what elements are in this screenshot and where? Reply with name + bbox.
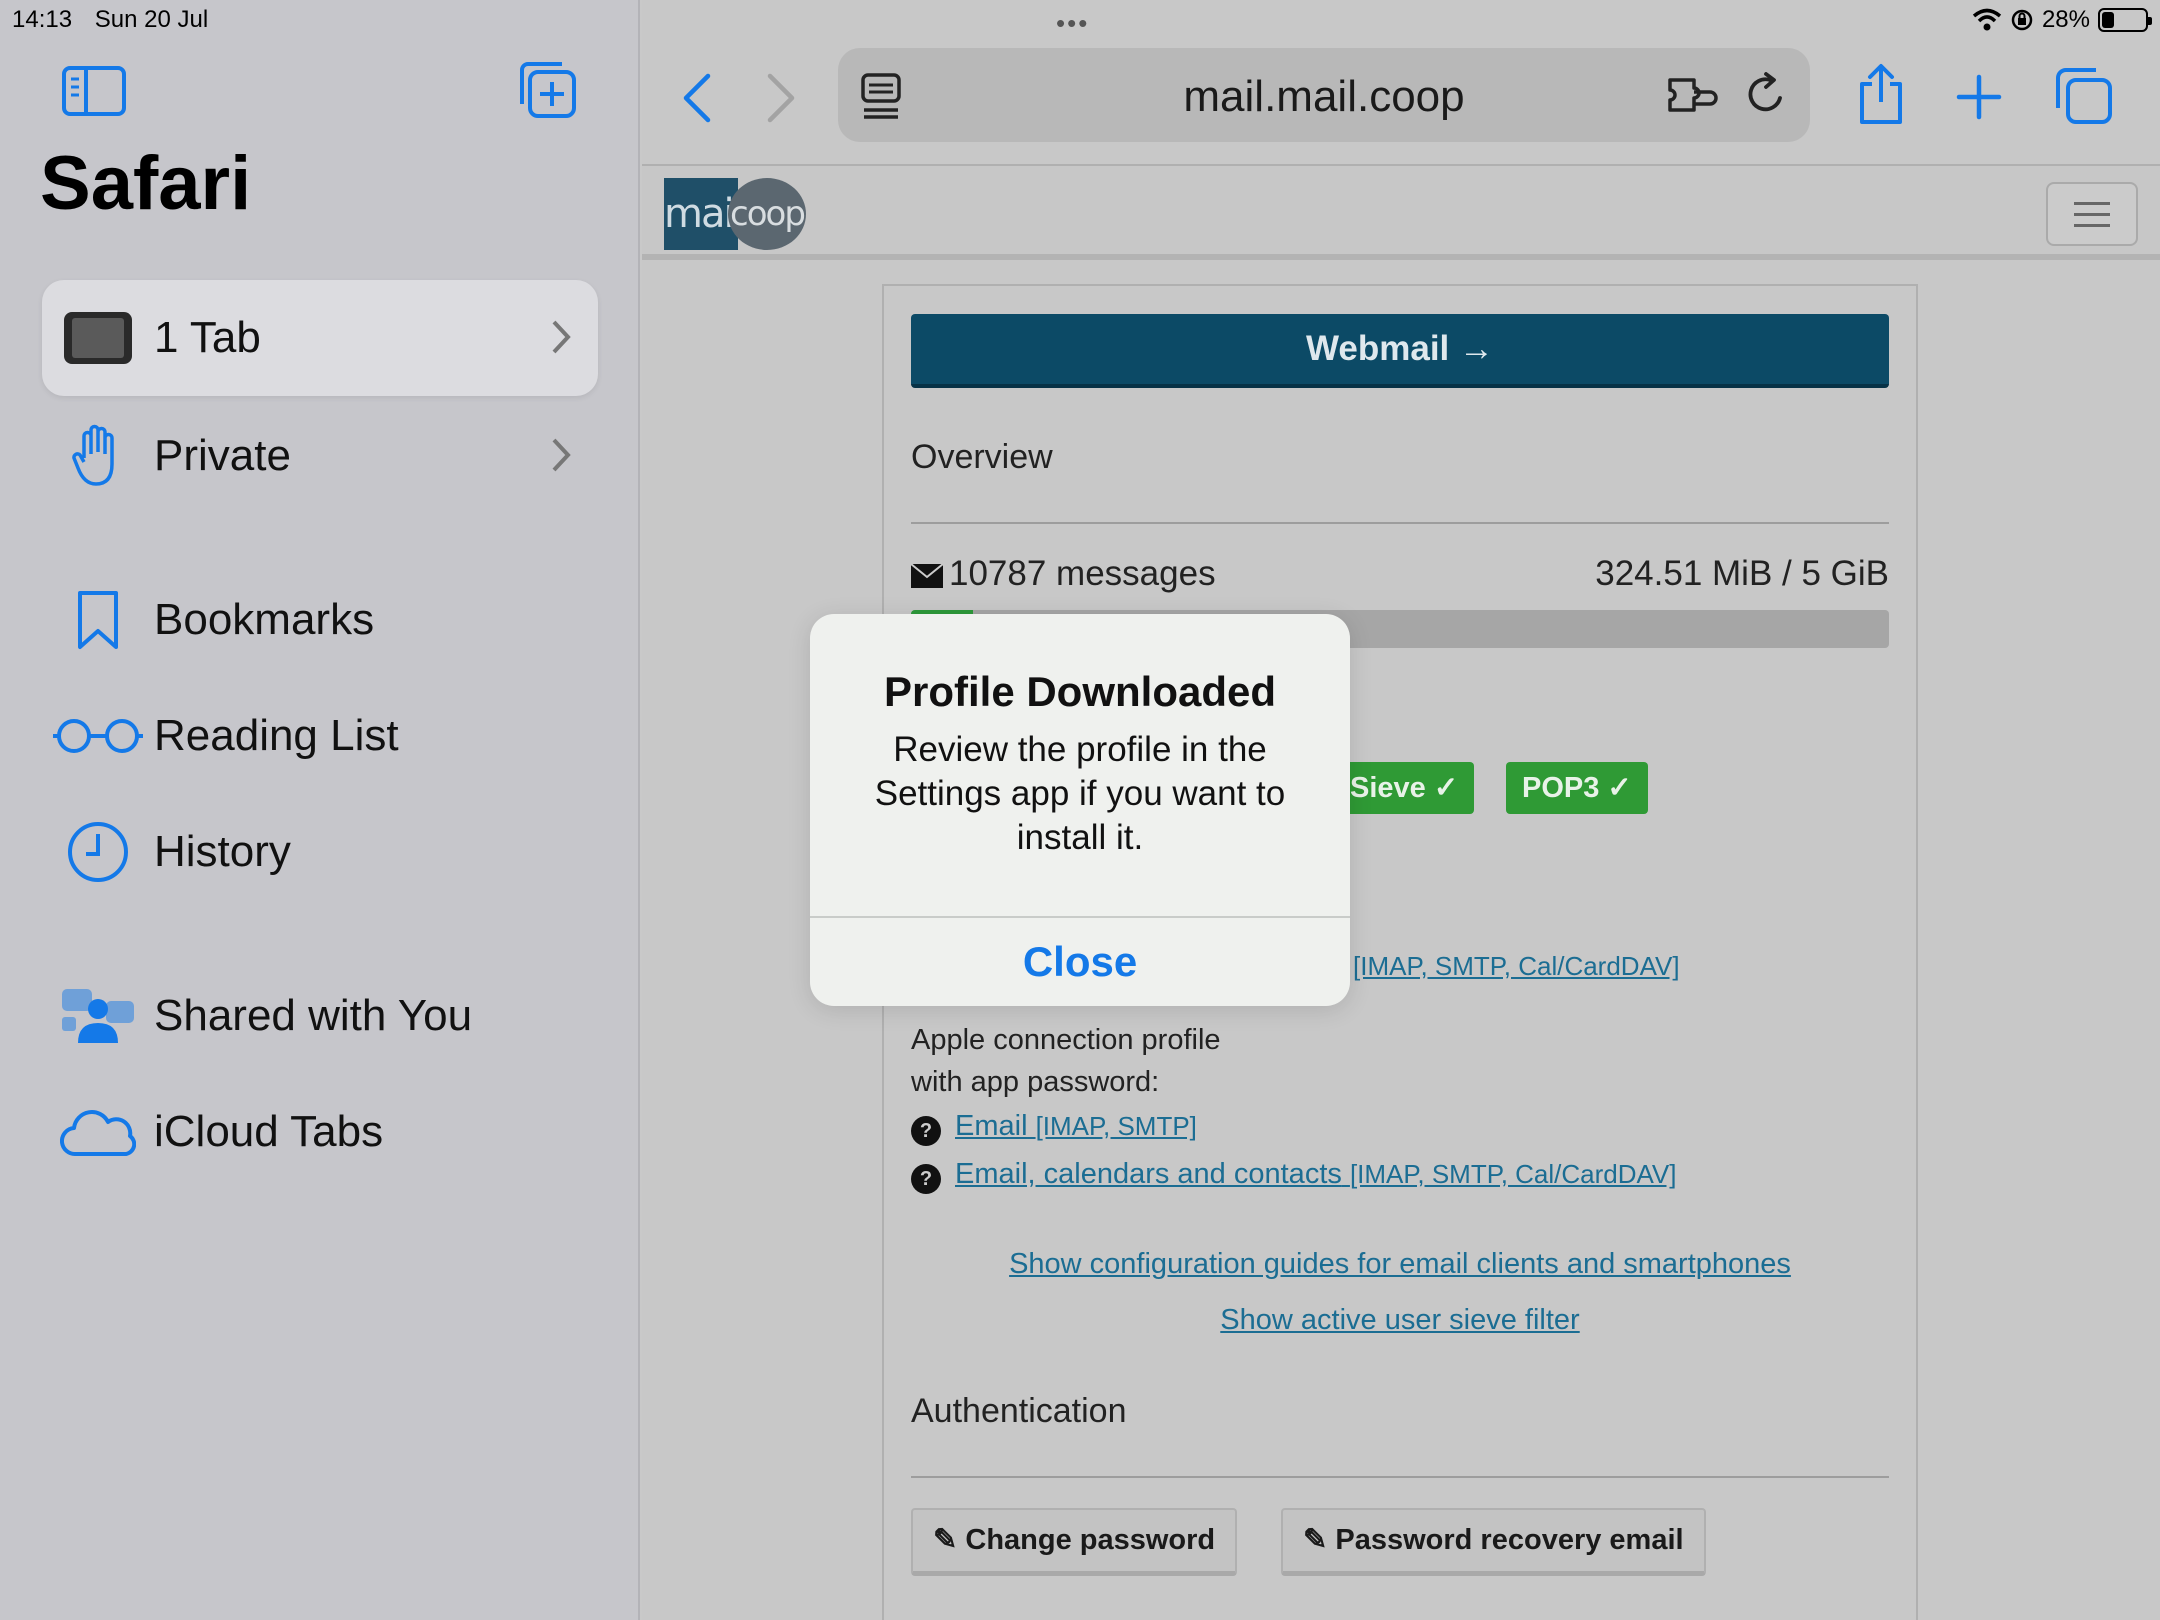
envelope-icon: [910, 562, 944, 588]
profile-link-full-text[interactable]: Email, calendars and contacts [IMAP, SMT…: [955, 1158, 1677, 1190]
glasses-icon: [53, 719, 143, 753]
alert-title: Profile Downloaded: [883, 668, 1277, 715]
sidebar-item-label: iCloud Tabs: [154, 1107, 384, 1156]
sidebar-item-tabs[interactable]: 1 Tab: [42, 280, 598, 396]
sidebar: Safari 1 Tab Private Bookmarks Reading L…: [0, 0, 640, 1620]
menu-icon[interactable]: [2046, 182, 2138, 246]
pop3-badge: POP3 ✓: [1506, 762, 1648, 814]
new-tab-icon[interactable]: [1956, 74, 2002, 120]
status-bar-right: 28%: [1972, 6, 2152, 34]
chevron-right-icon: [552, 320, 571, 354]
bookmark-icon: [78, 591, 118, 649]
config-guides-link[interactable]: Show configuration guides for email clie…: [1009, 1248, 1791, 1280]
alert-message: Review the profile in the Settings app i…: [874, 730, 1286, 857]
sidebar-item-label: Reading List: [154, 711, 399, 760]
back-icon[interactable]: [680, 72, 714, 124]
sidebar-item-label: 1 Tab: [154, 313, 261, 362]
clock-icon: [68, 822, 128, 882]
sidebar-item-label: Private: [154, 431, 291, 480]
sidebar-item-label: History: [154, 827, 291, 876]
help-icon[interactable]: ?: [911, 1115, 941, 1146]
authentication-heading: Authentication: [911, 1392, 1127, 1430]
status-time: 14:13: [12, 6, 73, 33]
profile-link-email[interactable]: ? Email [IMAP, SMTP]: [911, 1110, 1197, 1146]
multitasking-dots-icon[interactable]: •••: [1056, 8, 1089, 39]
profile-downloaded-alert: Profile Downloaded Review the profile in…: [810, 614, 1350, 1006]
link-tag: [IMAP, SMTP, Cal/CardDAV]: [1349, 1159, 1677, 1189]
button-label: Change password: [965, 1524, 1216, 1556]
site-logo[interactable]: mail coop: [664, 178, 806, 250]
logo-mail: mail: [664, 178, 744, 250]
tab-icon: [64, 312, 132, 364]
sidebar-item-icloud-tabs[interactable]: iCloud Tabs: [42, 1074, 598, 1190]
sidebar-item-private[interactable]: Private: [42, 398, 598, 514]
share-icon[interactable]: [1856, 62, 1906, 126]
password-recovery-email-button[interactable]: ✎ Password recovery email: [1281, 1508, 1706, 1576]
orientation-lock-icon: [2011, 9, 2033, 31]
cloud-icon: [60, 1110, 136, 1157]
message-stats: 10787 messages 324.51 MiB / 5 GiB: [910, 554, 1889, 594]
sidebar-title: Safari: [40, 141, 252, 226]
apple-profile-label-2: with app password:: [911, 1066, 1160, 1098]
change-password-button[interactable]: ✎ Change password: [911, 1508, 1238, 1576]
profile-link-tag: [IMAP, SMTP, Cal/CardDAV]: [1353, 951, 1680, 981]
pencil-icon: ✎: [1303, 1524, 1328, 1556]
site-header: mail coop: [642, 164, 2160, 260]
battery-percent: 28%: [2041, 6, 2090, 33]
sidebar-item-shared-with-you[interactable]: Shared with You: [42, 958, 598, 1074]
apple-profile-label-1: Apple connection profile: [911, 1024, 1221, 1056]
sidebar-item-label: Shared with You: [154, 991, 473, 1040]
alert-close-button[interactable]: Close: [810, 918, 1350, 1006]
sidebar-item-history[interactable]: History: [42, 794, 598, 910]
help-icon[interactable]: ?: [911, 1163, 941, 1194]
battery-icon: [2098, 8, 2152, 32]
forward-icon[interactable]: [764, 72, 798, 124]
link-text: Email: [955, 1110, 1028, 1142]
status-date: Sun 20 Jul: [94, 6, 209, 33]
address-bar[interactable]: mail.mail.coop: [838, 48, 1810, 142]
people-icon: [62, 989, 134, 1043]
link-tag: [IMAP, SMTP]: [1035, 1111, 1197, 1141]
sidebar-item-reading-list[interactable]: Reading List: [42, 678, 598, 794]
overview-heading: Overview: [911, 438, 1053, 476]
profile-link-partial[interactable]: [IMAP, SMTP, Cal/CardDAV]: [1353, 950, 1680, 983]
chevron-right-icon: [552, 438, 571, 472]
link-text: Email, calendars and contacts: [955, 1158, 1342, 1190]
divider: [911, 522, 1889, 524]
logo-coop: coop: [728, 178, 806, 250]
reload-icon[interactable]: [1744, 72, 1788, 118]
quota-usage: 324.51 MiB / 5 GiB: [1595, 554, 1889, 593]
sidebar-item-label: Bookmarks: [154, 595, 375, 644]
battery-level: [2102, 12, 2114, 28]
url-text: mail.mail.coop: [1183, 72, 1465, 121]
sidebar-toggle-icon[interactable]: [62, 66, 126, 116]
profile-link-email-cal-contacts[interactable]: ? Email, calendars and contacts [IMAP, SM…: [911, 1158, 1677, 1194]
message-count: 10787 messages: [949, 554, 1216, 593]
sieve-badge: Sieve ✓: [1334, 762, 1475, 814]
pencil-icon: ✎: [933, 1524, 958, 1556]
new-tab-group-icon[interactable]: [518, 60, 578, 120]
wifi-icon: [1972, 8, 2002, 31]
extensions-icon[interactable]: [1666, 74, 1720, 116]
sieve-filter-link[interactable]: Show active user sieve filter: [1220, 1304, 1579, 1336]
button-label: Password recovery email: [1335, 1524, 1684, 1556]
profile-link-email-text[interactable]: Email [IMAP, SMTP]: [955, 1110, 1197, 1142]
sidebar-item-bookmarks[interactable]: Bookmarks: [42, 562, 598, 678]
tab-overview-icon[interactable]: [2054, 66, 2114, 126]
webmail-button[interactable]: Webmail →: [911, 314, 1889, 388]
status-bar-left: 14:13 Sun 20 Jul: [12, 6, 224, 34]
divider: [911, 1476, 1889, 1478]
hand-icon: [72, 424, 114, 486]
